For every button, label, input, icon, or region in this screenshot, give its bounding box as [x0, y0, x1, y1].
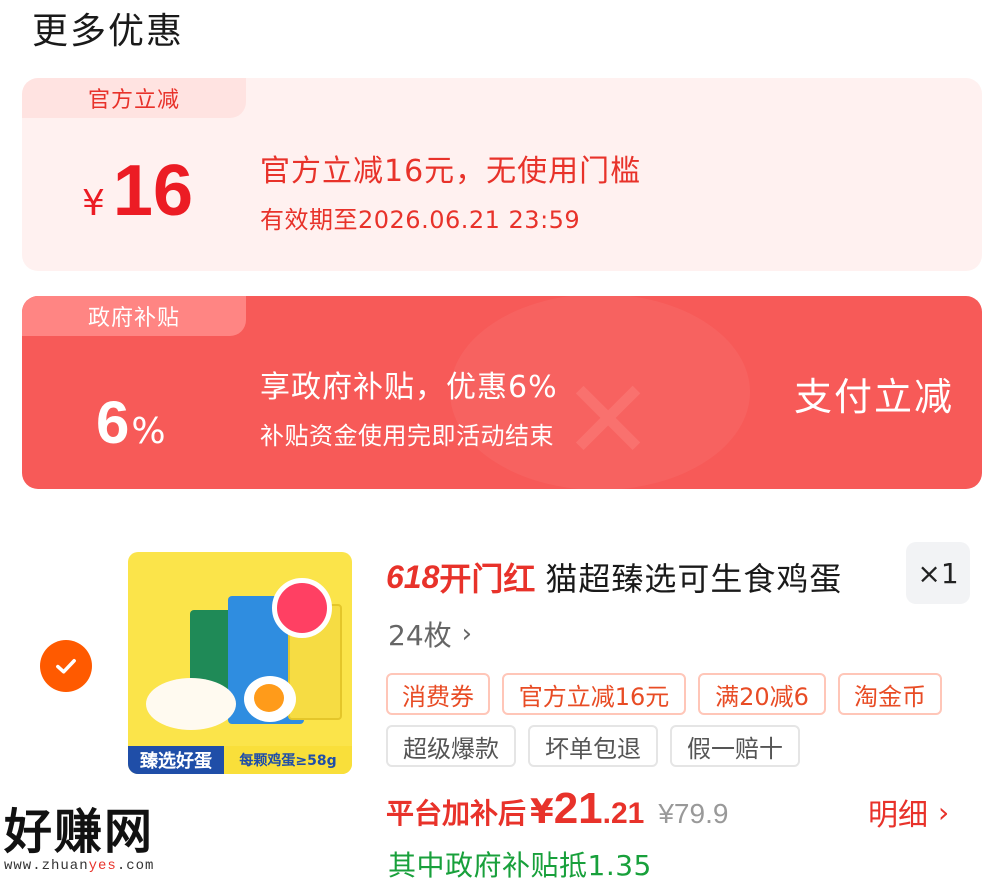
- gov-subsidy-desc: 享政府补贴，优惠6% 补贴资金使用完即活动结束: [260, 362, 558, 451]
- product-image[interactable]: 臻选好蛋 每颗鸡蛋≥58g: [128, 552, 352, 774]
- tmall-badge-icon: [272, 578, 332, 638]
- official-discount-amount: ¥ 16: [82, 150, 232, 232]
- chevron-right-icon: ›: [461, 619, 473, 649]
- service-chip: 超级爆款: [386, 725, 516, 767]
- image-label-left: 臻选好蛋: [128, 746, 224, 774]
- promo-chip: 淘金币: [838, 673, 942, 715]
- price-decimal: .21: [602, 797, 645, 830]
- product-select-checkbox[interactable]: [40, 640, 92, 692]
- gov-subsidy-card[interactable]: ✕ 政府补贴 6 % 享政府补贴，优惠6% 补贴资金使用完即活动结束 支付立减: [22, 296, 982, 489]
- official-discount-card[interactable]: 官方立减 ¥ 16 官方立减16元，无使用门槛 有效期至2026.06.21 2…: [22, 78, 982, 271]
- subsidy-percent-value: 6: [96, 389, 130, 456]
- gov-subsidy-sub-text: 补贴资金使用完即活动结束: [260, 422, 554, 450]
- price-label: 平台加补后: [386, 797, 527, 830]
- official-discount-desc: 官方立减16元，无使用门槛 有效期至2026.06.21 23:59: [260, 146, 641, 235]
- price-currency: ¥: [530, 792, 554, 832]
- gov-subsidy-main-text: 享政府补贴，优惠6%: [260, 370, 558, 405]
- yuan-icon: ✕: [562, 356, 655, 484]
- gov-subsidy-deduction: 其中政府补贴抵1.35: [388, 849, 652, 882]
- product-title[interactable]: 618 开门红 猫超臻选可生食鸡蛋: [386, 554, 842, 600]
- eggs-illustration: [146, 678, 236, 730]
- section-title: 更多优惠: [32, 11, 185, 52]
- egg-yolk-illustration: [244, 676, 296, 722]
- promo-618-label: 618: [386, 558, 440, 595]
- watermark-url: www.zhuanyes.com: [4, 858, 155, 874]
- promo-open-label: 开门红: [439, 560, 536, 598]
- service-chip: 假一赔十: [670, 725, 800, 767]
- official-discount-tag: 官方立减: [22, 78, 246, 118]
- promo-chip: 满20减6: [698, 673, 826, 715]
- image-label-right: 每颗鸡蛋≥58g: [224, 746, 352, 774]
- pay-discount-button[interactable]: 支付立减: [794, 366, 954, 421]
- price-line: 平台加补后 ¥ 21 .21 ¥79.9: [386, 784, 728, 834]
- spec-label: 24枚: [388, 619, 452, 652]
- gov-subsidy-tag: 政府补贴: [22, 296, 246, 336]
- percent-sign: %: [131, 411, 166, 452]
- official-discount-main-text: 官方立减16元，无使用门槛: [260, 154, 642, 189]
- chevron-right-icon: ›: [938, 795, 950, 829]
- original-price: ¥79.9: [658, 798, 729, 829]
- brand-logo: [138, 562, 190, 586]
- price-detail-link[interactable]: 明细 ›: [868, 790, 949, 834]
- product-name: 猫超臻选可生食鸡蛋: [545, 560, 843, 598]
- detail-label: 明细: [868, 798, 928, 833]
- watermark-title: 好赚网: [4, 804, 155, 860]
- official-discount-validity: 有效期至2026.06.21 23:59: [260, 206, 581, 234]
- check-icon: [56, 659, 76, 674]
- gov-subsidy-percent: 6 %: [96, 388, 246, 457]
- site-watermark: 好赚网 www.zhuanyes.com: [4, 806, 190, 874]
- product-spec-selector[interactable]: 24枚 ›: [388, 614, 472, 654]
- service-chip: 坏单包退: [528, 725, 658, 767]
- currency-symbol: ¥: [82, 183, 105, 224]
- discount-value: 16: [112, 151, 193, 231]
- promo-chip: 官方立减16元: [502, 673, 686, 715]
- price-integer: 21: [553, 784, 603, 833]
- promo-chip: 消费券: [386, 673, 490, 715]
- quantity-stepper[interactable]: ×1: [906, 542, 970, 604]
